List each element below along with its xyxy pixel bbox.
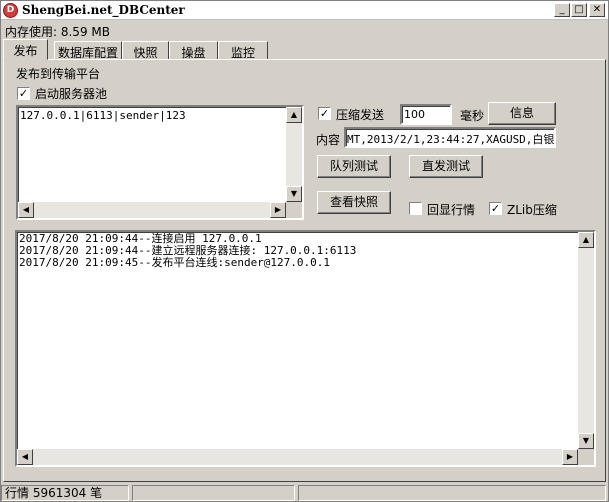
echo-quotes-label: 回显行情 — [427, 203, 476, 217]
status-pane-3 — [298, 485, 606, 501]
scroll-down-icon[interactable]: ▼ — [578, 433, 594, 449]
publish-group-title: 发布到传输平台 — [16, 67, 101, 81]
status-bar: 行情 5961304 笔 — [1, 484, 608, 502]
tab-db-config[interactable]: 数据库配置 — [54, 41, 122, 60]
server-list-item[interactable]: 127.0.0.1|6113|sender|123 — [20, 109, 186, 122]
log-hscroll[interactable]: ◀ ▶ — [17, 449, 578, 465]
scroll-right-icon[interactable]: ▶ — [562, 449, 578, 465]
tab-monitor[interactable]: 监控 — [218, 41, 268, 60]
scroll-corner — [578, 449, 594, 465]
maximize-button[interactable]: □ — [571, 3, 587, 17]
log-lines: 2017/8/20 21:09:44--连接启用 127.0.0.1 2017/… — [19, 233, 356, 269]
interval-value[interactable]: 100 — [404, 108, 425, 121]
server-list[interactable]: 127.0.0.1|6113|sender|123 ▲ ▼ ◀ ▶ — [16, 105, 304, 220]
close-button[interactable]: ✕ — [589, 3, 605, 17]
scroll-down-icon[interactable]: ▼ — [286, 186, 302, 202]
server-list-vscroll[interactable]: ▲ ▼ — [286, 107, 302, 202]
scroll-left-icon[interactable]: ◀ — [17, 449, 33, 465]
title-bar[interactable]: D ShengBei.net_DBCenter _ □ ✕ — [1, 1, 608, 20]
echo-quotes-checkbox[interactable] — [409, 202, 422, 215]
content-value[interactable]: MT,2013/2/1,23:44:27,XAGUSD,白银/美 — [347, 131, 554, 146]
compress-checkbox[interactable]: ✓ — [318, 107, 331, 120]
memory-usage-label: 内存使用: 8.59 MB — [5, 25, 110, 39]
log-vscroll[interactable]: ▲ ▼ — [578, 232, 594, 449]
info-button[interactable]: 信息 — [488, 102, 556, 125]
queue-test-button[interactable]: 队列测试 — [317, 155, 391, 178]
compress-label: 压缩发送 — [336, 108, 385, 122]
window-title: ShengBei.net_DBCenter — [22, 3, 185, 17]
scroll-up-icon[interactable]: ▲ — [286, 107, 302, 123]
scroll-right-icon[interactable]: ▶ — [270, 202, 286, 218]
server-list-hscroll[interactable]: ◀ ▶ — [18, 202, 286, 218]
view-snapshot-button[interactable]: 查看快照 — [317, 191, 391, 214]
scroll-left-icon[interactable]: ◀ — [18, 202, 34, 218]
tab-trading[interactable]: 操盘 — [169, 41, 218, 60]
publish-panel: 发布到传输平台 ✓ 启动服务器池 127.0.0.1|6113|sender|1… — [3, 59, 606, 482]
minimize-button[interactable]: _ — [554, 3, 570, 17]
main-window: D ShengBei.net_DBCenter _ □ ✕ 内存使用: 8.59… — [0, 0, 609, 502]
scroll-corner — [286, 202, 302, 218]
status-pane-2 — [132, 485, 295, 501]
content-label: 内容 — [316, 133, 341, 147]
tab-snapshot[interactable]: 快照 — [122, 41, 169, 60]
app-icon: D — [3, 3, 18, 18]
enable-pool-label: 启动服务器池 — [35, 87, 108, 101]
enable-pool-checkbox[interactable]: ✓ — [17, 87, 30, 100]
tab-publish[interactable]: 发布 — [3, 39, 48, 60]
content-input[interactable]: MT,2013/2/1,23:44:27,XAGUSD,白银/美 — [344, 127, 556, 148]
log-panel[interactable]: 2017/8/20 21:09:44--连接启用 127.0.0.1 2017/… — [15, 230, 596, 467]
interval-input[interactable]: 100 — [400, 104, 452, 125]
interval-unit-label: 毫秒 — [460, 109, 485, 123]
direct-test-button[interactable]: 直发测试 — [409, 155, 483, 178]
zlib-label: ZLib压缩 — [507, 203, 557, 217]
zlib-checkbox[interactable]: ✓ — [489, 202, 502, 215]
status-quotes-count: 行情 5961304 笔 — [1, 485, 129, 501]
scroll-up-icon[interactable]: ▲ — [578, 232, 594, 248]
log-line: 2017/8/20 21:09:45--发布平台连线:sender@127.0.… — [19, 256, 331, 269]
